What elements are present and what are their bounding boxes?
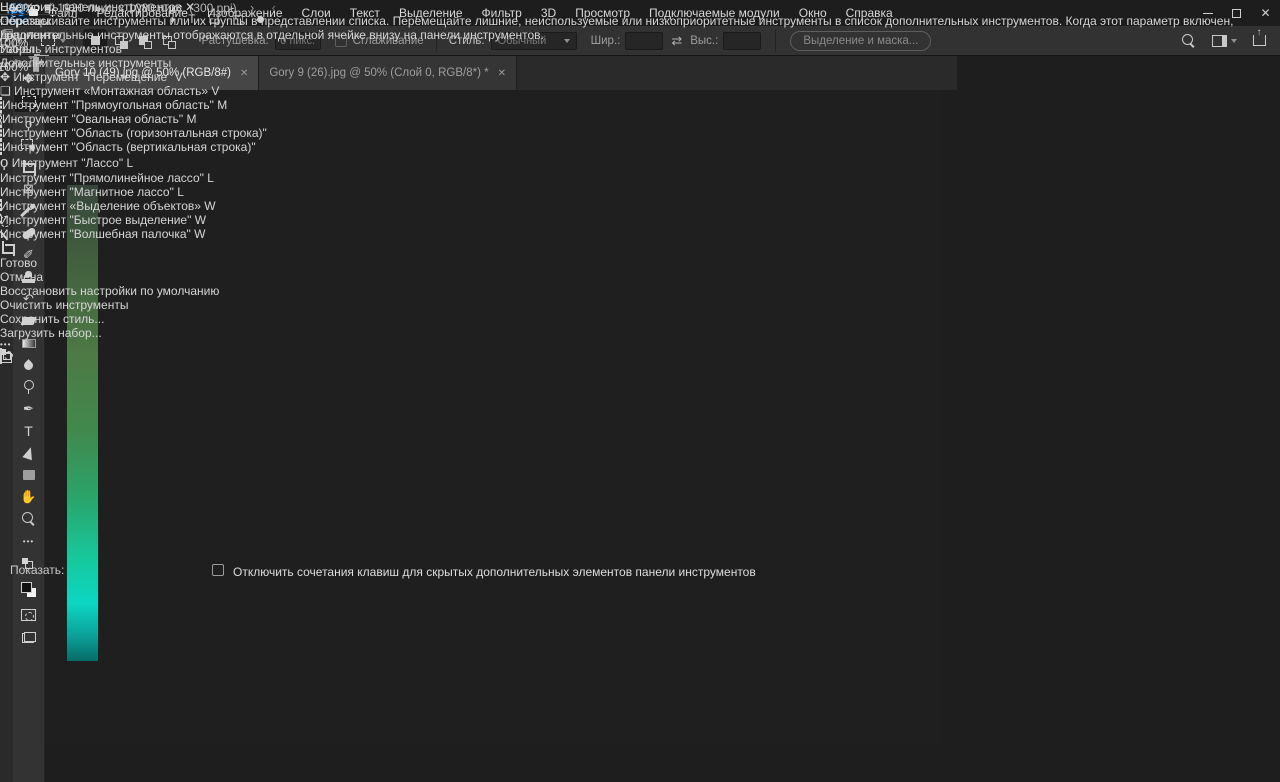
tool-name: Инструмент "Область (вертикальная строка…	[2, 140, 256, 154]
path-selection-tool[interactable]	[14, 442, 44, 464]
artboard-tool-icon: ❏	[0, 84, 11, 98]
zoom-tool-icon	[21, 512, 36, 526]
pen-tool[interactable]: ✒	[14, 398, 44, 420]
tool-shortcut: M	[186, 112, 197, 126]
tool-group: Инструмент «Выделение объектов» W Инстру…	[0, 199, 1280, 241]
tool-name: Инструмент "Магнитное лассо"	[0, 185, 174, 199]
tool-row[interactable]: Инструмент "Область (горизонтальная стро…	[0, 125, 1280, 141]
quick-mask-button[interactable]	[14, 604, 44, 626]
dialog-title: Настроить панель инструментов	[0, 0, 182, 14]
tool-shortcut: L	[177, 185, 184, 199]
type-tool[interactable]: T	[14, 420, 44, 442]
dodge-tool-icon	[23, 380, 35, 394]
save-preset-button[interactable]: Сохранить стиль...	[0, 312, 1280, 326]
ellipsis-icon: •••	[22, 536, 35, 546]
pen-tool-icon: ✒	[23, 401, 34, 416]
tool-name: Инструмент "Прямоугольная область"	[2, 98, 214, 112]
tool-shortcut: M	[217, 98, 228, 112]
rectangle-tool-icon	[22, 470, 35, 480]
disable-shortcuts-checkbox[interactable]	[212, 564, 224, 576]
show-quick-mask-toggle[interactable]	[0, 348, 1280, 364]
tool-shortcut: L	[207, 171, 214, 185]
type-tool-icon: T	[24, 423, 33, 439]
tool-name: Инструмент "Прямолинейное лассо"	[0, 171, 204, 185]
quick-mask-icon	[21, 609, 36, 621]
path-selection-icon	[21, 445, 36, 461]
tool-name: Инструмент "Лассо"	[11, 156, 124, 170]
cancel-button[interactable]: Отмена	[0, 270, 1280, 284]
edit-toolbar-button[interactable]: •••	[14, 530, 44, 552]
tool-name: Инструмент "Овальная область"	[2, 112, 184, 126]
tool-shortcut: L	[126, 156, 134, 170]
tool-group-clipped	[0, 241, 1280, 256]
tool-row[interactable]: Инструмент «Выделение объектов» W	[0, 199, 1280, 213]
tool-group: ϙ Инструмент "Лассо" L Инструмент "Прямо…	[0, 154, 1280, 199]
tool-name: Инструмент "Быстрое выделение"	[0, 213, 192, 227]
show-edit-toolbar-toggle[interactable]: •••	[0, 340, 1280, 349]
load-preset-button[interactable]: Загрузить набор...	[0, 326, 1280, 340]
tool-shortcut: W	[204, 199, 216, 213]
dialog-title-bar[interactable]: Настроить панель инструментов ✕	[0, 0, 1280, 14]
tool-name: Инструмент "Область (горизонтальная стро…	[2, 126, 267, 140]
tool-group: Инструмент "Прямоугольная область" M Инс…	[0, 97, 1280, 155]
toolbar-list-label: Панель инструментов	[0, 42, 122, 56]
tool-name: Инструмент "Волшебная палочка"	[0, 227, 191, 241]
clear-tools-button[interactable]: Очистить инструменты	[0, 298, 1280, 312]
photoshop-window: Ps Файл Редактирование Изображение Слои …	[0, 0, 1280, 782]
tool-row[interactable]: ❏ Инструмент «Монтажная область» V	[0, 84, 1280, 98]
dialog-close-icon[interactable]: ✕	[185, 0, 195, 14]
tool-shortcut: V	[211, 84, 220, 98]
dodge-tool[interactable]	[14, 376, 44, 398]
color-swatches-icon	[21, 581, 36, 597]
done-button[interactable]: Готово	[0, 256, 1280, 270]
tool-row[interactable]: ✥ Инструмент "Перемещение" V	[0, 70, 1280, 84]
screen-mode-icon	[21, 631, 36, 643]
rectangle-tool[interactable]	[14, 464, 44, 486]
tool-row[interactable]: Инструмент "Прямолинейное лассо" L	[0, 171, 1280, 185]
tool-row[interactable]: Инструмент "Магнитное лассо" L	[0, 185, 1280, 199]
tool-row[interactable]: ϙ Инструмент "Лассо" L	[0, 154, 1280, 171]
show-label: Показать:	[10, 563, 65, 577]
tool-row[interactable]: Инструмент "Волшебная палочка" W	[0, 227, 1280, 241]
tool-row[interactable]: Инструмент "Овальная область" M	[0, 111, 1280, 127]
zoom-tool[interactable]	[14, 508, 44, 530]
disable-shortcuts-label: Отключить сочетания клавиш для скрытых д…	[233, 565, 756, 579]
tool-name: Инструмент «Монтажная область»	[14, 84, 209, 98]
tool-shortcut: W	[194, 213, 207, 227]
toolbar-tools-list[interactable]: ✥ Инструмент "Перемещение" V ❏ Инструмен…	[0, 70, 1280, 256]
tool-shortcut: W	[194, 227, 206, 241]
tool-name: Инструмент «Выделение объектов»	[0, 199, 201, 213]
tool-group: ✥ Инструмент "Перемещение" V ❏ Инструмен…	[0, 70, 1280, 98]
customize-toolbar-dialog: Настроить панель инструментов ✕ Перетаск…	[0, 0, 1280, 579]
hand-tool[interactable]: ✋	[14, 486, 44, 508]
hand-tool-icon: ✋	[20, 489, 37, 504]
tool-row[interactable]: Инструмент "Область (вертикальная строка…	[0, 139, 1280, 155]
extra-tools-label: Дополнительные инструменты	[0, 56, 172, 70]
tool-shortcut: V	[174, 70, 183, 84]
restore-defaults-button[interactable]: Восстановить настройки по умолчанию	[0, 284, 1280, 298]
tool-name: Инструмент "Перемещение"	[13, 70, 172, 84]
dialog-description: Перетаскивайте инструменты или их группы…	[0, 14, 1234, 42]
move-tool-icon: ✥	[0, 70, 11, 84]
foreground-background-swatches[interactable]	[14, 574, 44, 604]
screen-mode-button[interactable]	[14, 626, 44, 648]
tool-row[interactable]: Инструмент "Прямоугольная область" M	[0, 97, 1280, 113]
tool-row[interactable]: Инструмент "Быстрое выделение" W	[0, 213, 1280, 227]
lasso-tool-icon: ϙ	[0, 154, 9, 171]
